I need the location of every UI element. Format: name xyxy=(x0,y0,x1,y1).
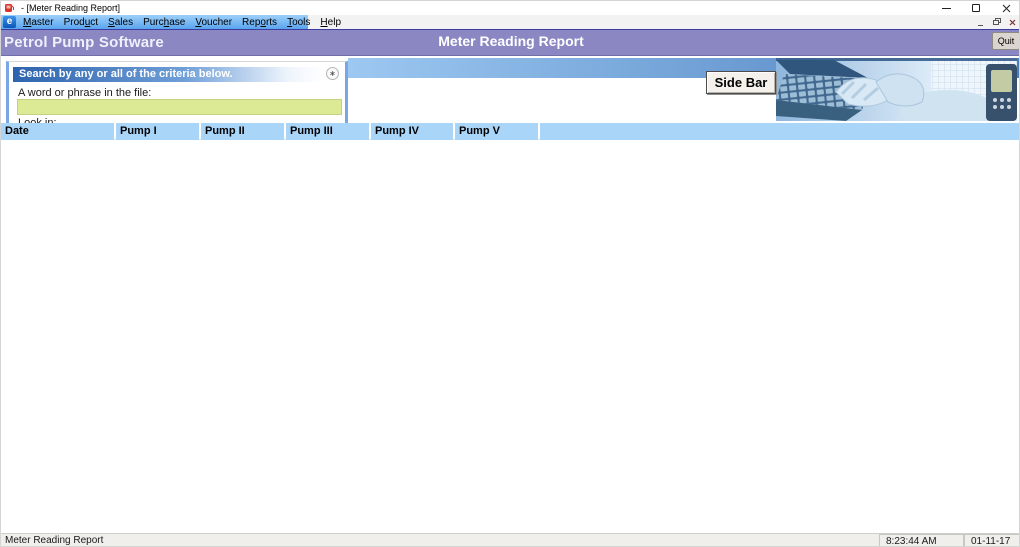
column-header-pump-ii[interactable]: Pump II xyxy=(201,123,284,140)
minimize-icon xyxy=(978,24,983,26)
window-controls xyxy=(931,1,1019,15)
app-icon[interactable] xyxy=(4,3,14,13)
application-window: - [Meter Reading Report] e Master Product… xyxy=(0,0,1020,547)
status-date: 01-11-17 xyxy=(964,534,1019,546)
menu-item-reports[interactable]: Reports xyxy=(242,17,277,28)
menu-item-product[interactable]: Product xyxy=(64,17,98,28)
menu-item-help[interactable]: Help xyxy=(320,17,341,28)
column-header-date[interactable]: Date xyxy=(1,123,114,140)
window-maximize-button[interactable] xyxy=(961,1,991,15)
quit-button[interactable]: Quit xyxy=(992,32,1019,50)
menu-bar-blue-segment: e Master Product Sales Purchase Voucher Repor… xyxy=(1,15,341,29)
window-titlebar: - [Meter Reading Report] xyxy=(1,1,1019,15)
menu-item-tools[interactable]: Tools xyxy=(287,17,310,28)
menu-item-purchase[interactable]: Purchase xyxy=(143,17,185,28)
status-time: 8:23:44 AM xyxy=(879,534,964,546)
child-system-menu-icon[interactable]: e xyxy=(3,16,16,28)
table-header-row: Date Pump I Pump II Pump III Pump IV Pump V xyxy=(1,123,1019,140)
child-window-controls xyxy=(975,16,1018,28)
window-minimize-button[interactable] xyxy=(931,1,961,15)
column-header-pump-iv[interactable]: Pump IV xyxy=(371,123,453,140)
restore-icon xyxy=(992,18,1001,26)
search-phrase-label: A word or phrase in the file: xyxy=(18,87,152,99)
close-icon xyxy=(1009,19,1016,25)
menu-bar: e Master Product Sales Purchase Voucher Repor… xyxy=(1,15,1019,29)
child-minimize-button[interactable] xyxy=(975,17,986,28)
search-panel: Search by any or all of the criteria bel… xyxy=(6,61,348,123)
side-bar-button[interactable]: Side Bar xyxy=(706,71,776,94)
child-close-button[interactable] xyxy=(1007,17,1018,28)
search-panel-title: Search by any or all of the criteria bel… xyxy=(13,67,325,82)
menu-items: Master Product Sales Purchase Voucher Reports… xyxy=(23,17,341,28)
banner-photo xyxy=(776,58,1017,121)
menu-item-voucher[interactable]: Voucher xyxy=(195,17,232,28)
column-header-pump-v[interactable]: Pump V xyxy=(455,123,538,140)
column-header-pump-iii[interactable]: Pump III xyxy=(286,123,369,140)
page-title: Meter Reading Report xyxy=(438,33,584,49)
table-body xyxy=(1,141,1019,533)
search-phrase-input[interactable] xyxy=(17,99,342,115)
child-restore-button[interactable] xyxy=(991,17,1002,28)
status-bar: Meter Reading Report 8:23:44 AM 01-11-17 xyxy=(1,533,1019,546)
collapse-icon[interactable]: ∗ xyxy=(326,67,339,80)
close-icon xyxy=(1002,4,1010,12)
minimize-icon xyxy=(941,7,951,9)
status-text: Meter Reading Report xyxy=(5,535,104,546)
app-header: Petrol Pump Software Meter Reading Repor… xyxy=(1,30,1019,56)
window-title: - [Meter Reading Report] xyxy=(21,3,121,13)
maximize-icon xyxy=(972,4,980,12)
window-close-button[interactable] xyxy=(991,1,1019,15)
column-header-pump-i[interactable]: Pump I xyxy=(116,123,199,140)
menu-item-master[interactable]: Master xyxy=(23,17,54,28)
menu-item-sales[interactable]: Sales xyxy=(108,17,133,28)
column-header-filler xyxy=(540,123,1019,140)
